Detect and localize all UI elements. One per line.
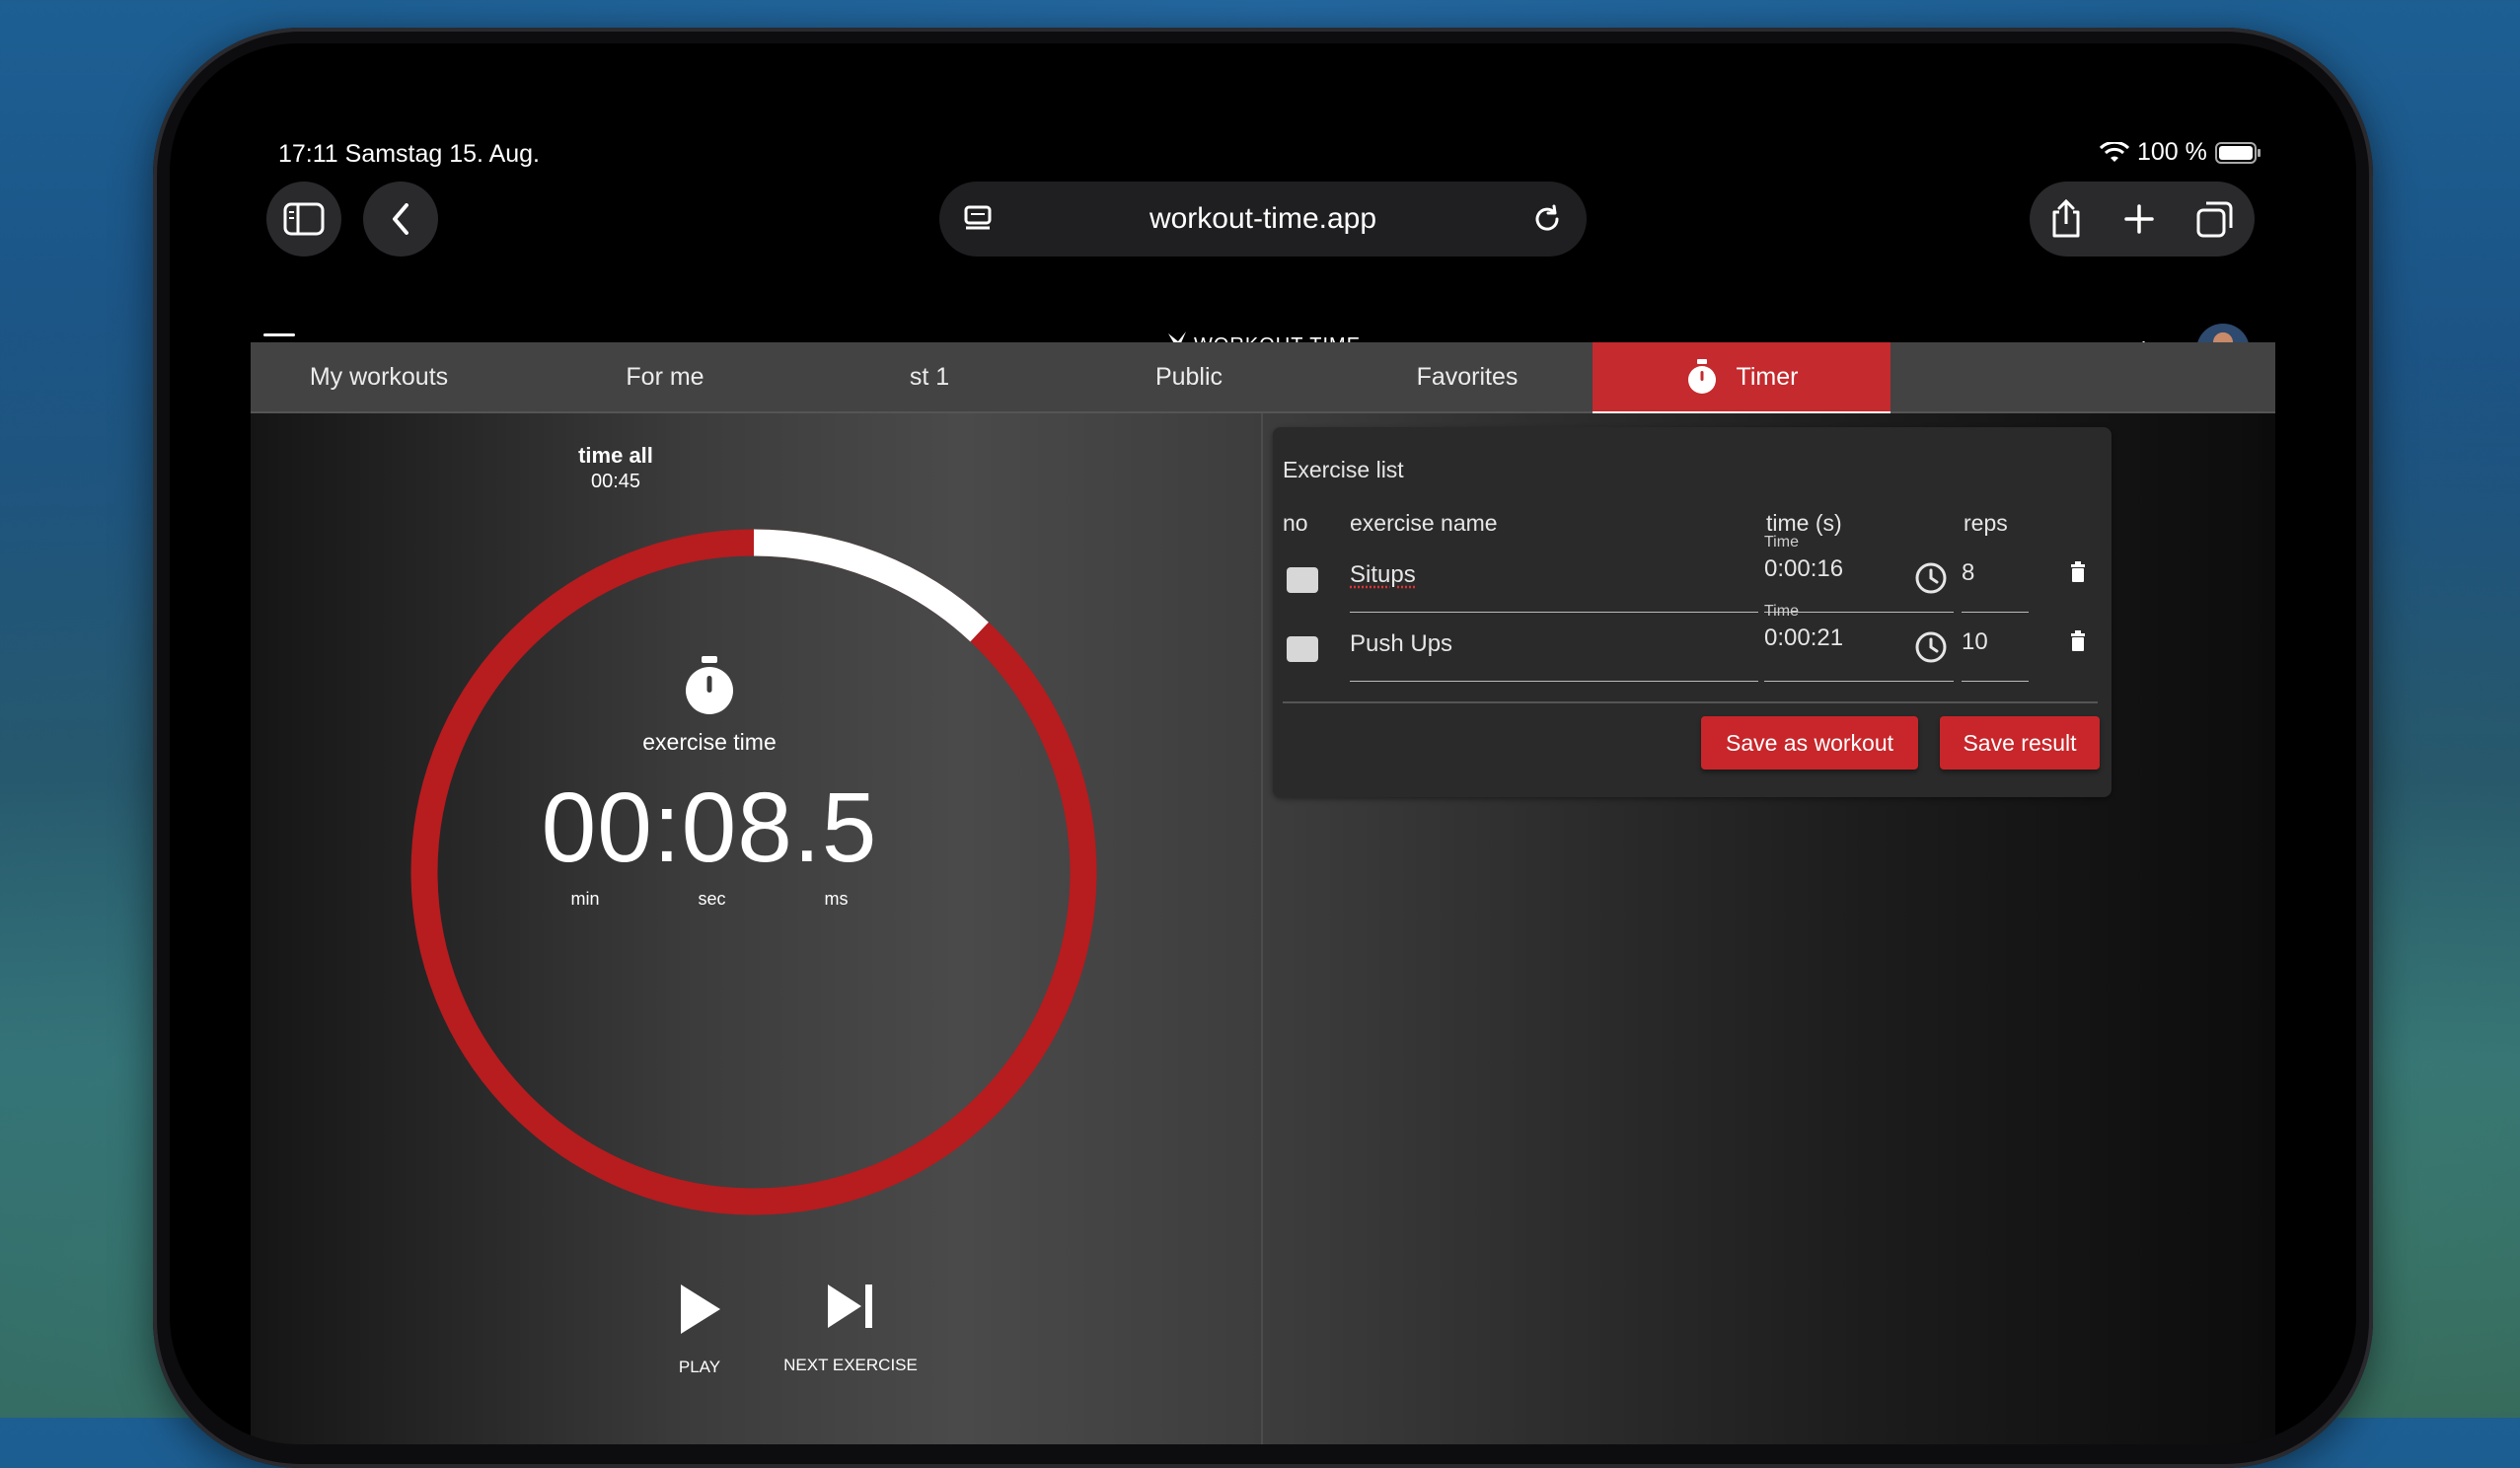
unit-min: min [570,889,600,909]
timer-content: time all 00:45 exercise time 00:08.5 min… [251,413,2275,1444]
battery-icon [2214,141,2261,164]
exercise-list-title: Exercise list [1283,457,1404,482]
next-exercise-label: NEXT EXERCISE [783,1356,918,1374]
header-exercise-name: exercise name [1350,510,1498,536]
tabs-overview-icon[interactable] [2195,199,2235,239]
reps-field[interactable]: 8 [1962,546,2029,613]
stopwatch-icon [686,656,733,714]
address-bar[interactable]: workout-time.app [939,182,1587,257]
wifi-icon [2100,141,2129,162]
column-divider [1261,413,1263,1444]
tab-timer[interactable]: Timer [1593,342,1890,414]
reps-field[interactable]: 10 [1962,615,2029,682]
time-all-value: 00:45 [590,471,641,492]
status-indicators: 100 % [2100,138,2356,167]
chevron-left-icon [393,203,408,235]
exercise-name-field[interactable]: Situps [1350,546,1758,613]
stopwatch-icon [1687,359,1716,394]
row-checkbox[interactable] [1287,636,1318,662]
tab-public[interactable]: Public [1036,342,1342,411]
browser-actions [2030,182,2255,257]
clock-icon[interactable] [1914,630,1948,664]
time-all-block: time all 00:45 [251,443,981,493]
back-button[interactable] [363,182,438,257]
sidebar-icon [283,202,325,236]
reload-icon[interactable] [1531,203,1563,235]
save-result-button[interactable]: Save result [1940,716,2100,770]
clock-icon[interactable] [1914,561,1948,595]
nav-tabs: My workouts For me st 1 Public Favorites… [251,342,2275,414]
save-as-workout-button[interactable]: Save as workout [1701,716,1918,770]
header-time: time (s) [1766,510,1842,536]
exercise-list-panel: Exercise list no exercise name time (s) … [1273,427,2112,797]
delete-icon[interactable] [2070,561,2086,583]
status-time-date: 17:11 Samstag 15. Aug. [278,140,541,168]
timer-value: 00:08.5 [541,772,878,883]
battery-percent: 100 % [2137,138,2207,166]
tab-for-me[interactable]: For me [507,342,823,411]
panel-divider [1283,701,2098,703]
table-row: Push Ups Time 0:00:21 10 [1273,603,2112,684]
tab-my-workouts[interactable]: My workouts [251,342,507,411]
skip-next-icon [828,1284,872,1328]
next-exercise-button[interactable]: NEXT EXERCISE [712,1282,989,1375]
sidebar-toggle-button[interactable] [266,182,341,257]
unit-sec: sec [698,889,726,909]
tablet-screen: 17:11 Samstag 15. Aug. 100 % workout-tim… [170,43,2356,1444]
page-menu-icon [964,205,992,230]
row-checkbox[interactable] [1287,567,1318,593]
url-text: workout-time.app [1149,202,1377,235]
exercise-time-label: exercise time [642,729,777,755]
tab-st-1[interactable]: st 1 [823,342,1036,411]
time-all-label: time all [578,443,653,468]
unit-ms: ms [824,889,849,909]
share-icon[interactable] [2049,198,2083,240]
exercise-name-field[interactable]: Push Ups [1350,615,1758,682]
time-field[interactable]: Time 0:00:21 [1764,603,1954,682]
header-reps: reps [1964,510,2008,536]
tab-favorites[interactable]: Favorites [1342,342,1593,411]
table-row: Situps Time 0:00:16 8 [1273,534,2112,615]
timer-units: min sec ms [453,889,966,910]
header-no: no [1283,510,1308,536]
delete-icon[interactable] [2070,630,2086,652]
timer-display: exercise time 00:08.5 min sec ms [453,655,966,910]
time-field[interactable]: Time 0:00:16 [1764,534,1954,613]
new-tab-icon[interactable] [2123,203,2155,235]
